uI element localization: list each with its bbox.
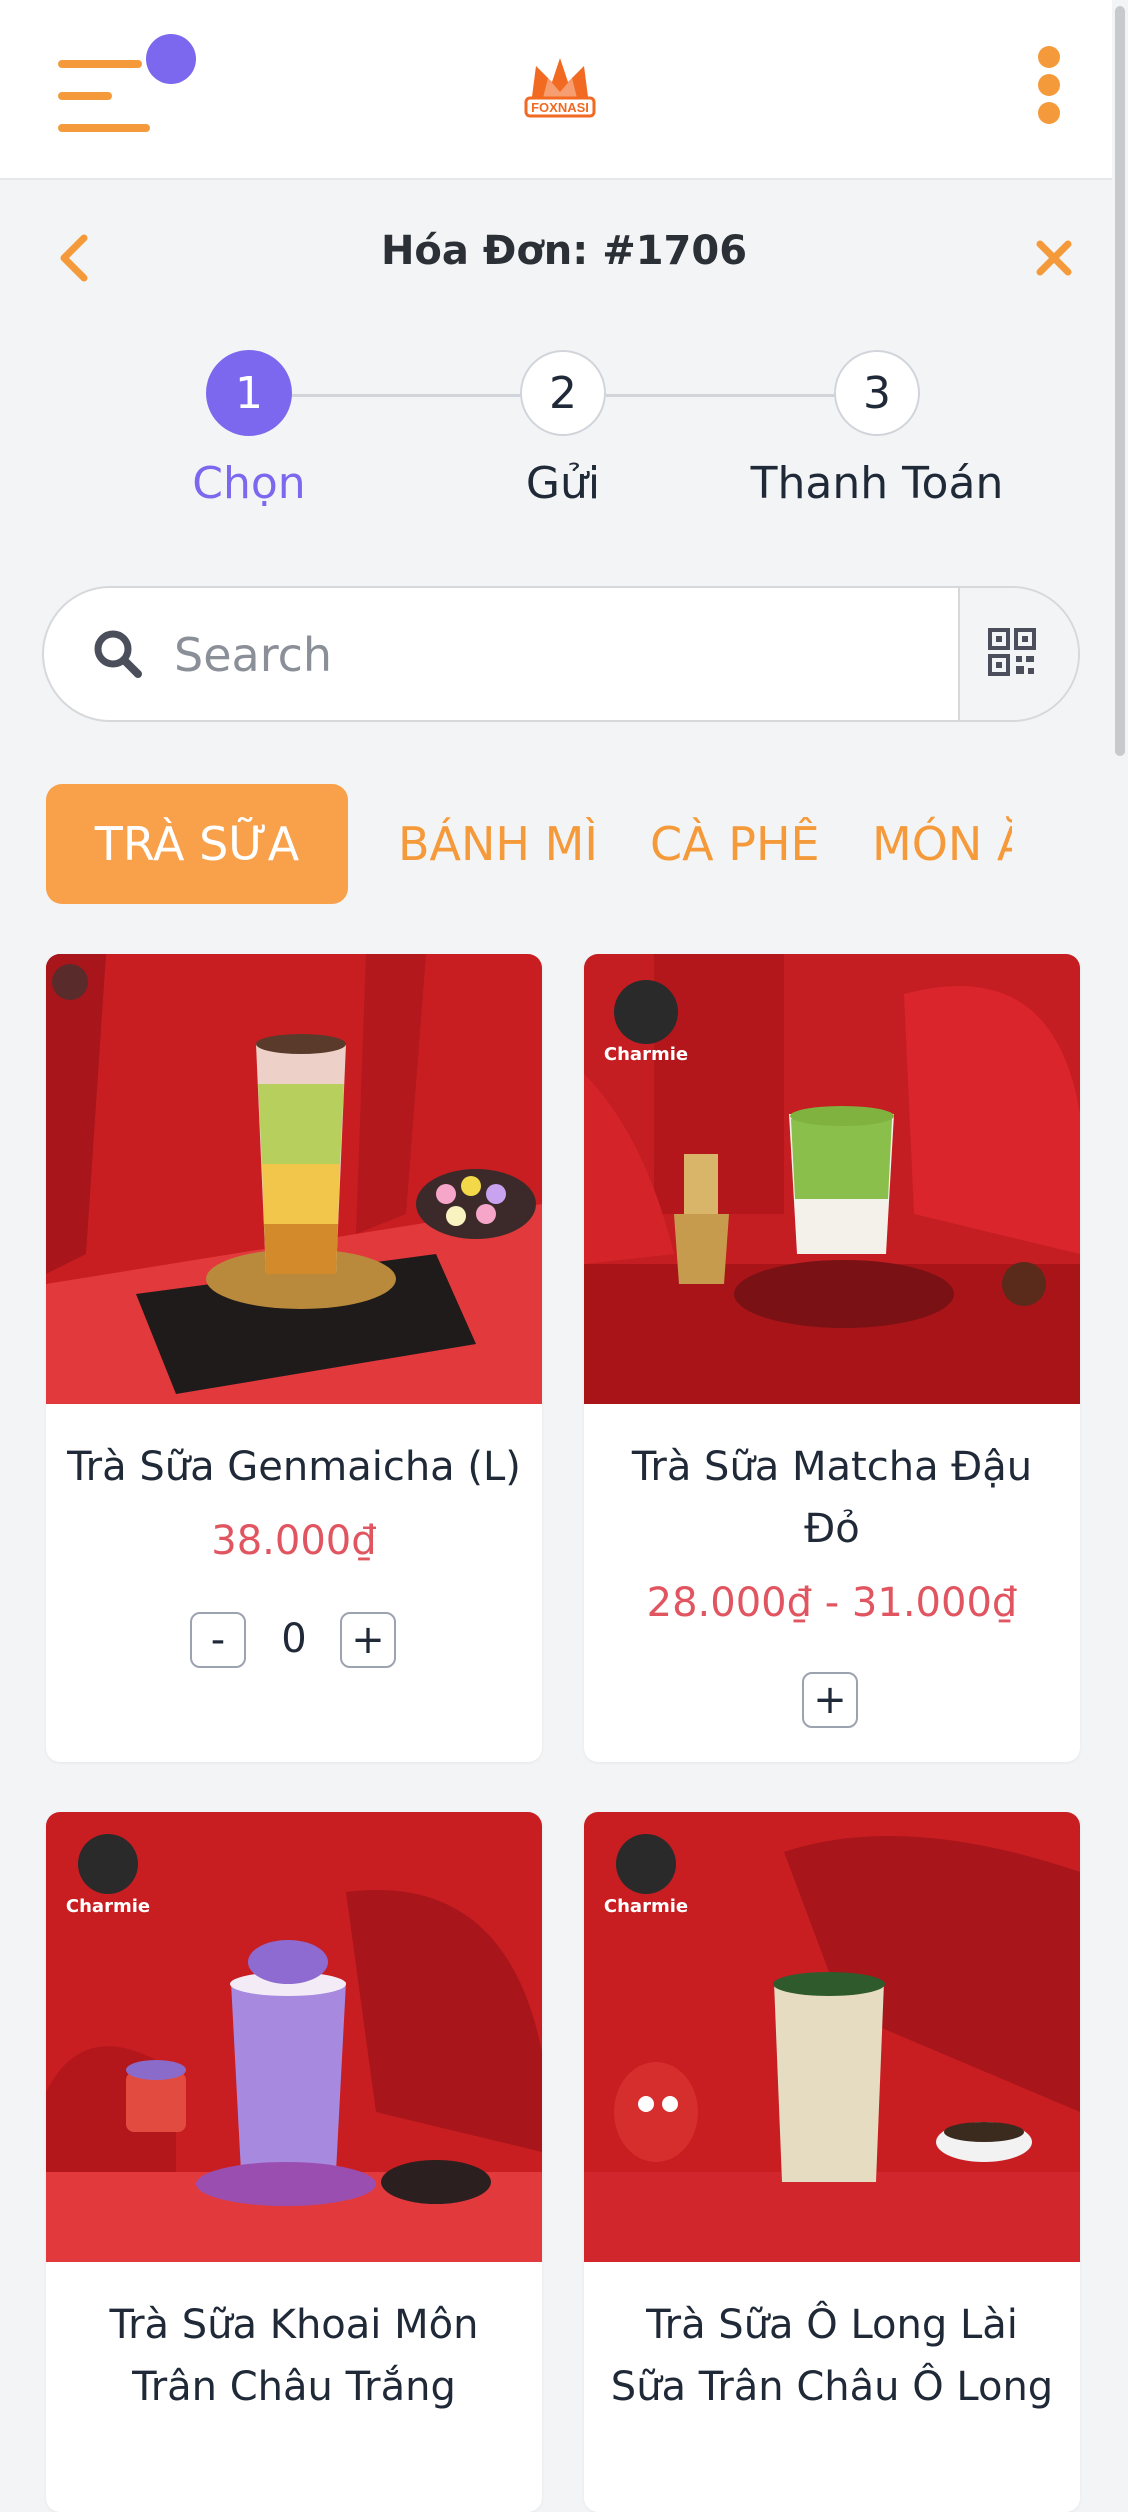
- search-icon: [90, 626, 146, 682]
- step-2-label: Gửi: [525, 458, 601, 509]
- product-name: Trà Sữa Khoai Môn Trân Châu Trắng: [109, 2302, 479, 2410]
- menu-button[interactable]: [58, 34, 198, 134]
- add-to-order-button[interactable]: +: [802, 1672, 858, 1728]
- menu-icon-line: [58, 124, 150, 132]
- menu-icon: [58, 60, 142, 68]
- notification-dot: [146, 34, 196, 84]
- category-tabs: TRÀ SỮA BÁNH MÌ CÀ PHÊ MÓN ĂN: [0, 784, 1020, 904]
- product-card[interactable]: Charmie Trà Sữa Matcha Đậu Đỏ 28.000₫ - …: [584, 954, 1080, 1762]
- close-icon[interactable]: [1034, 238, 1074, 278]
- search-bar: [42, 586, 1080, 722]
- product-name: Trà Sữa Ô Long Lài Sữa Trân Châu Ô Long: [610, 2302, 1054, 2410]
- brand-logo-text: FOXNASI: [531, 100, 589, 115]
- product-image[interactable]: [46, 954, 542, 1404]
- scrollbar[interactable]: [1112, 0, 1128, 2436]
- fox-logo[interactable]: FOXNASI: [520, 48, 600, 128]
- product-card[interactable]: Charmie Trà Sữa Khoai Môn Trân Châu Trắn…: [46, 1812, 542, 2512]
- brand-badge-text: Charmie: [604, 1896, 688, 1917]
- product-image[interactable]: Charmie: [584, 1812, 1080, 2262]
- product-card[interactable]: Trà Sữa Genmaicha (L) 38.000₫ - 0 +: [46, 954, 542, 1762]
- step-1-label: Chọn: [192, 458, 306, 509]
- step-3-label: Thanh Toán: [750, 458, 1004, 509]
- qr-code-icon: [988, 628, 1036, 676]
- tab-mon-an[interactable]: MÓN ĂN: [872, 784, 1012, 904]
- brand-badge-text: Charmie: [604, 1044, 688, 1065]
- product-card[interactable]: Charmie Trà Sữa Ô Long Lài Sữa Trân Châu…: [584, 1812, 1080, 2512]
- step-3[interactable]: 3: [834, 350, 920, 436]
- menu-icon-line: [58, 92, 112, 100]
- more-vertical-icon[interactable]: [1034, 46, 1064, 126]
- step-1[interactable]: 1: [206, 350, 292, 436]
- step-2[interactable]: 2: [520, 350, 606, 436]
- brand-badge-text: Charmie: [66, 1896, 150, 1917]
- product-name: Trà Sữa Genmaicha (L): [67, 1444, 521, 1490]
- increase-quantity-button[interactable]: +: [340, 1612, 396, 1668]
- tab-banh-mi[interactable]: BÁNH MÌ: [398, 784, 598, 904]
- product-price-range: 28.000₫ - 31.000₫: [646, 1580, 1018, 1626]
- decrease-quantity-button[interactable]: -: [190, 1612, 246, 1668]
- product-price: 38.000₫: [211, 1518, 377, 1564]
- quantity-value: 0: [281, 1616, 307, 1662]
- app-header: FOXNASI: [0, 0, 1112, 180]
- product-image[interactable]: Charmie: [584, 954, 1080, 1404]
- step-connector: [606, 394, 836, 397]
- tab-ca-phe[interactable]: CÀ PHÊ: [650, 784, 820, 904]
- invoice-title: Hóa Đơn: #1706: [380, 228, 748, 274]
- step-connector: [292, 394, 522, 397]
- scrollbar-thumb[interactable]: [1115, 6, 1125, 756]
- product-image[interactable]: Charmie: [46, 1812, 542, 2262]
- search-input[interactable]: [172, 616, 956, 694]
- product-name: Trà Sữa Matcha Đậu Đỏ: [631, 1444, 1033, 1552]
- tab-tra-sua[interactable]: TRÀ SỮA: [46, 784, 348, 904]
- qr-scan-button[interactable]: [958, 588, 1078, 720]
